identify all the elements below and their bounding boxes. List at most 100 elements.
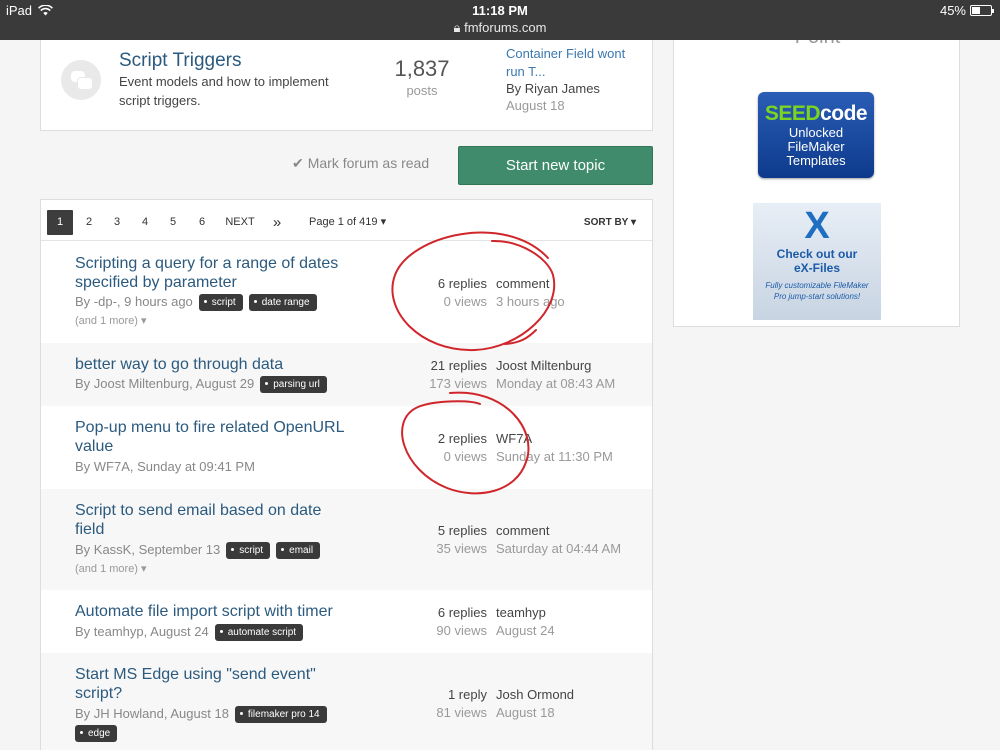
topic-meta: By Joost Miltenburg, August 29 parsing ur…	[75, 376, 327, 393]
topic-title[interactable]: better way to go through data	[75, 355, 350, 374]
reply-count: 21 replies	[430, 358, 487, 373]
forum-chat-icon	[61, 60, 101, 100]
forum-title[interactable]: Script Triggers	[119, 50, 241, 72]
sidebar-heading-partial: Point	[674, 40, 959, 49]
last-post-time[interactable]: 3 hours ago	[496, 294, 565, 309]
pagination: 1 2 3 4 5 6 NEXT » Page 1 of 419 ▾ SORT …	[41, 200, 652, 241]
last-post-date: August 18	[506, 98, 565, 113]
topic-author-date: By Joost Miltenburg, August 29	[75, 376, 255, 391]
topic-author-date: By -dp-, 9 hours ago	[75, 294, 193, 309]
tag-chip[interactable]: filemaker pro 14	[234, 706, 327, 723]
topic-title[interactable]: Script to send email based on date field	[75, 501, 350, 539]
status-right: 45%	[939, 3, 994, 18]
last-poster[interactable]: Joost Miltenburg	[496, 358, 591, 373]
page-info: Page 1 of 419	[309, 216, 378, 228]
topic-row[interactable]: better way to go through data By Joost M…	[41, 343, 652, 406]
topic-meta: By teamhyp, August 24 automate script	[75, 624, 304, 641]
check-icon: ✔	[292, 155, 304, 171]
tag-chip[interactable]: parsing url	[260, 376, 327, 393]
exfiles-ad-banner[interactable]: X Check out our eX-Files Fully customiza…	[753, 203, 881, 320]
status-bar: iPad 11:18 PM 🔒︎ fmforums.com 45%	[0, 0, 1000, 40]
topic-row[interactable]: Start MS Edge using "send event" script?…	[41, 653, 652, 750]
view-count: 35 views	[436, 541, 487, 556]
battery-icon	[970, 5, 994, 16]
caret-down-icon: ▾	[630, 217, 636, 228]
page-jump-dropdown[interactable]: Page 1 of 419 ▾	[309, 210, 386, 235]
topic-author-date: By teamhyp, August 24	[75, 624, 209, 639]
last-post-time[interactable]: Monday at 08:43 AM	[496, 376, 615, 391]
last-page-button[interactable]: »	[267, 210, 287, 235]
ad-line: Templates	[786, 153, 846, 168]
ad-tagline: Fully customizable FileMaker Pro jump-st…	[765, 281, 869, 301]
url-text: fmforums.com	[464, 20, 547, 35]
tag-chip[interactable]: script	[226, 542, 271, 559]
page-2-button[interactable]: 2	[79, 210, 99, 235]
topic-row[interactable]: Scripting a query for a range of dates s…	[41, 242, 652, 343]
x-logo-icon: X	[804, 205, 830, 247]
topic-row[interactable]: Script to send email based on date field…	[41, 489, 652, 590]
topic-row[interactable]: Automate file import script with timer B…	[41, 590, 652, 653]
last-post-author[interactable]: By Riyan James	[506, 81, 600, 96]
view-count: 90 views	[436, 623, 487, 638]
next-page-button[interactable]: NEXT	[223, 210, 257, 235]
page-3-button[interactable]: 3	[107, 210, 127, 235]
last-poster[interactable]: comment	[496, 523, 549, 538]
topic-list: 1 2 3 4 5 6 NEXT » Page 1 of 419 ▾ SORT …	[40, 199, 653, 750]
more-tags-toggle[interactable]: (and 1 more) ▾	[75, 314, 147, 327]
caret-down-icon: ▾	[380, 216, 387, 228]
last-poster[interactable]: comment	[496, 276, 549, 291]
view-count: 81 views	[436, 705, 487, 720]
sort-label: SORT BY	[583, 217, 629, 228]
tag-chip[interactable]: edge	[75, 725, 118, 742]
forum-description: Event models and how to implement script…	[119, 74, 329, 108]
tag-chip[interactable]: automate script	[214, 624, 304, 641]
topic-title[interactable]: Pop-up menu to fire related OpenURL valu…	[75, 418, 350, 456]
lock-icon: 🔒︎	[453, 20, 461, 35]
more-tags-label: (and 1 more)	[75, 563, 138, 575]
last-poster[interactable]: Josh Ormond	[496, 687, 574, 702]
mark-forum-read-link[interactable]: ✔ Mark forum as read	[292, 155, 429, 172]
topic-meta: By JH Howland, August 18 filemaker pro 14	[75, 706, 327, 723]
topic-row[interactable]: Pop-up menu to fire related OpenURL valu…	[41, 406, 652, 489]
reply-count: 5 replies	[437, 523, 487, 538]
ad-line: Unlocked	[788, 125, 844, 140]
last-post-time[interactable]: August 18	[496, 705, 555, 720]
battery-fill	[972, 7, 981, 14]
clock: 11:18 PM	[472, 3, 528, 18]
page-4-button[interactable]: 4	[135, 210, 155, 235]
sidebar-ads: Point SEEDcode Unlocked FileMaker Templa…	[673, 40, 960, 327]
topic-author-date: By KassK, September 13	[75, 542, 221, 557]
page-6-button[interactable]: 6	[192, 210, 212, 235]
last-poster[interactable]: WF7A	[496, 431, 532, 446]
sort-by-dropdown[interactable]: SORT BY ▾	[584, 210, 636, 235]
last-post-time[interactable]: August 24	[496, 623, 555, 638]
reply-count: 1 reply	[447, 687, 487, 702]
address-bar[interactable]: 🔒︎ fmforums.com	[0, 20, 1000, 36]
tag-chip[interactable]: email	[276, 542, 321, 559]
mark-read-label: Mark forum as read	[307, 155, 430, 171]
reply-count: 6 replies	[437, 276, 487, 291]
more-tags-label: (and 1 more)	[75, 315, 138, 327]
ad-line: eX-Files	[793, 261, 841, 275]
topic-title[interactable]: Start MS Edge using "send event" script?	[75, 665, 350, 703]
page-5-button[interactable]: 5	[163, 210, 183, 235]
start-new-topic-button[interactable]: Start new topic	[458, 146, 653, 185]
more-tags-toggle[interactable]: (and 1 more) ▾	[75, 562, 147, 575]
tag-chip[interactable]: script	[198, 294, 243, 311]
seedcode-ad-banner[interactable]: SEEDcode Unlocked FileMaker Templates	[758, 92, 874, 178]
topic-title[interactable]: Automate file import script with timer	[75, 602, 350, 621]
tag-chip[interactable]: date range	[248, 294, 317, 311]
last-post-time[interactable]: Saturday at 04:44 AM	[496, 541, 621, 556]
seedcode-logo: SEEDcode	[764, 102, 868, 125]
post-count-label: posts	[406, 83, 438, 98]
caret-down-icon: ▾	[141, 315, 147, 327]
page-1-button[interactable]: 1	[47, 210, 73, 235]
view-count: 0 views	[443, 449, 487, 464]
last-poster[interactable]: teamhyp	[496, 605, 546, 620]
battery-percent: 45%	[939, 3, 966, 18]
last-post-title[interactable]: Container Field wont run T...	[506, 45, 636, 81]
topic-meta: By -dp-, 9 hours ago script date range	[75, 294, 317, 311]
caret-down-icon: ▾	[141, 563, 147, 575]
last-post-time[interactable]: Sunday at 11:30 PM	[496, 449, 613, 464]
topic-title[interactable]: Scripting a query for a range of dates s…	[75, 254, 350, 292]
